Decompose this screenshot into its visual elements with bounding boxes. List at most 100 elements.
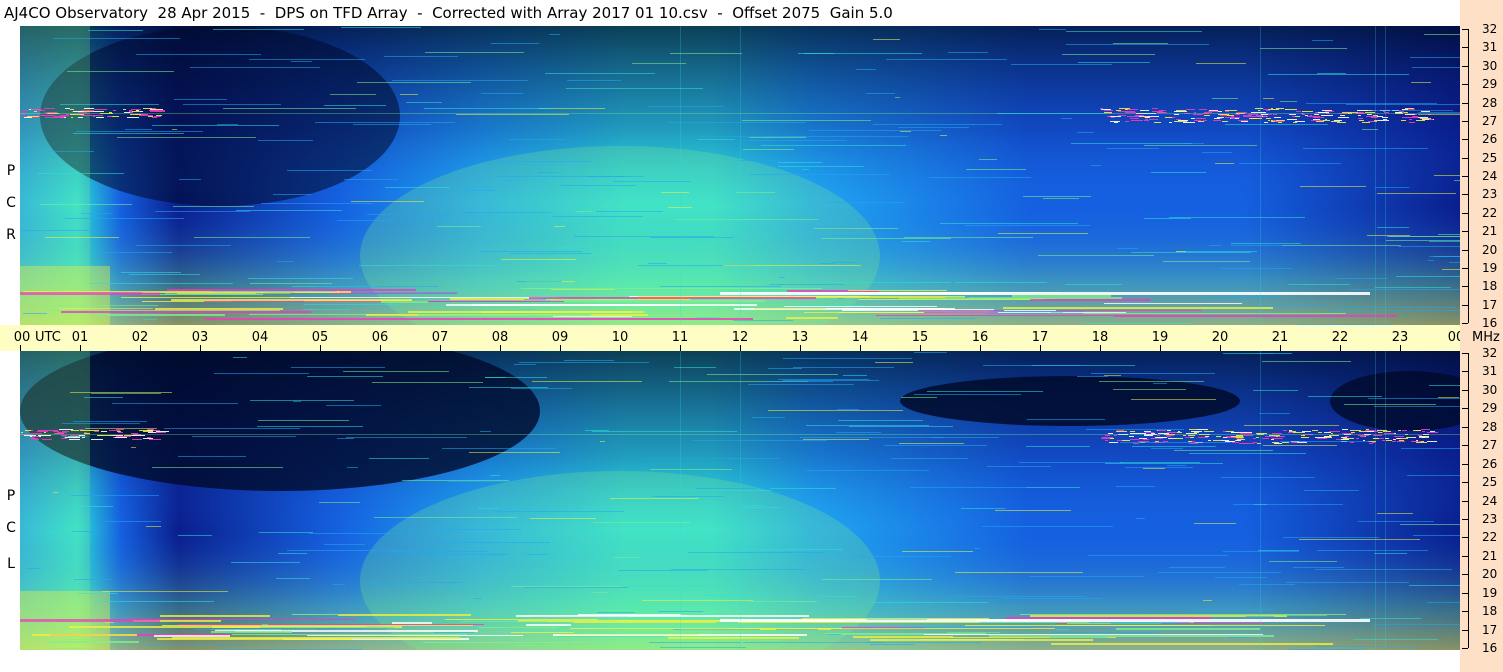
bottom-margin (20, 650, 1460, 672)
frequency-tick-label: 18 (1482, 279, 1498, 294)
frequency-tick-label: 32 (1482, 22, 1498, 36)
frequency-tick-mark (1462, 501, 1468, 502)
frequency-tick-mark (1462, 574, 1468, 575)
frequency-tick-label: 27 (1482, 438, 1498, 453)
frequency-tick-mark (1462, 176, 1468, 177)
time-tick-label: 07 (431, 330, 449, 345)
frequency-tick-label: 29 (1482, 77, 1498, 92)
frequency-tick-label: 21 (1482, 548, 1498, 563)
frequency-tick-label: 30 (1482, 58, 1498, 73)
frequency-tick-mark (1462, 250, 1468, 251)
time-tick-label: 08 (491, 330, 509, 345)
time-tick-label: 09 (551, 330, 569, 345)
frequency-tick-label: 26 (1482, 132, 1498, 147)
polarization-letter-bottom-2: C (6, 520, 16, 536)
time-tick-mark (260, 345, 261, 351)
frequency-tick-label: 25 (1482, 475, 1498, 490)
frequency-tick-mark (1462, 286, 1468, 287)
time-tick-mark (1160, 345, 1161, 351)
frequency-tick-label: 23 (1482, 187, 1498, 202)
frequency-tick-mark (1462, 213, 1468, 214)
time-tick-label: 10 (611, 330, 629, 345)
frequency-tick-label: 17 (1482, 297, 1498, 312)
polarization-letter-top-3: P (6, 163, 16, 179)
page-title: AJ4CO Observatory 28 Apr 2015 - DPS on T… (0, 0, 1460, 26)
frequency-tick-mark (1462, 121, 1468, 122)
frequency-tick-mark (1462, 537, 1468, 538)
time-tick-label: 11 (671, 330, 689, 345)
time-tick-label: 03 (191, 330, 209, 345)
frequency-tick-label: 32 (1482, 346, 1498, 360)
frequency-tick-label: 16 (1482, 316, 1498, 330)
time-tick-mark (800, 345, 801, 351)
frequency-tick-mark (1462, 66, 1468, 67)
frequency-tick-mark (1462, 139, 1468, 140)
time-tick-label: 19 (1151, 330, 1169, 345)
frequency-tick-label: 16 (1482, 641, 1498, 655)
frequency-tick-label: 24 (1482, 169, 1498, 183)
time-unit-label: UTC (35, 330, 61, 345)
time-tick-mark (680, 345, 681, 351)
time-tick-mark (20, 345, 21, 351)
time-tick-mark (440, 345, 441, 351)
frequency-tick-label: 19 (1482, 585, 1498, 600)
time-tick-label: 04 (251, 330, 269, 345)
frequency-axis-line (1468, 353, 1469, 648)
frequency-tick-label: 31 (1482, 40, 1498, 55)
polarization-letter-top-2: C (6, 195, 16, 211)
time-tick-mark (1280, 345, 1281, 351)
frequency-tick-mark (1462, 103, 1468, 104)
time-tick-label: 15 (911, 330, 929, 345)
time-tick-label: 21 (1271, 330, 1289, 345)
frequency-axis-line (1468, 29, 1469, 323)
time-tick-mark (1100, 345, 1101, 351)
frequency-tick-mark (1462, 630, 1468, 631)
time-tick-label: 20 (1211, 330, 1229, 345)
frequency-tick-mark (1462, 390, 1468, 391)
time-tick-mark (860, 345, 861, 351)
frequency-tick-label: 31 (1482, 364, 1498, 379)
frequency-tick-label: 30 (1482, 382, 1498, 397)
frequency-unit-label: MHz (1472, 330, 1500, 345)
time-tick-mark (380, 345, 381, 351)
time-axis: UTC 00 01 02 03 04 05 06 07 08 09 10 11 12 13 14 15 16 17… (0, 325, 1464, 351)
frequency-tick-mark (1462, 268, 1468, 269)
frequency-tick-mark (1462, 408, 1468, 409)
frequency-tick-mark (1462, 611, 1468, 612)
frequency-tick-label: 28 (1482, 95, 1498, 110)
frequency-tick-mark (1462, 427, 1468, 428)
time-tick-label: 00 (13, 330, 31, 345)
frequency-tick-label: 24 (1482, 493, 1498, 508)
frequency-tick-mark (1462, 464, 1468, 465)
frequency-tick-mark (1462, 556, 1468, 557)
frequency-tick-label: 18 (1482, 604, 1498, 619)
polarization-letter-bottom-3: P (6, 488, 16, 504)
frequency-tick-mark (1462, 519, 1468, 520)
time-tick-mark (200, 345, 201, 351)
time-tick-label: 18 (1091, 330, 1109, 345)
time-tick-mark (140, 345, 141, 351)
frequency-tick-label: 20 (1482, 567, 1498, 582)
time-tick-label: 23 (1391, 330, 1409, 345)
frequency-tick-label: 22 (1482, 205, 1498, 220)
frequency-tick-mark (1462, 323, 1468, 324)
frequency-tick-mark (1462, 305, 1468, 306)
time-tick-label: 14 (851, 330, 869, 345)
frequency-tick-label: 19 (1482, 260, 1498, 275)
frequency-tick-mark (1462, 47, 1468, 48)
time-tick-mark (320, 345, 321, 351)
time-tick-label: 22 (1331, 330, 1349, 345)
spectrogram-lcp (20, 351, 1460, 650)
frequency-tick-mark (1462, 482, 1468, 483)
time-tick-mark (560, 345, 561, 351)
time-tick-label: 05 (311, 330, 329, 345)
time-tick-label: 06 (371, 330, 389, 345)
frequency-tick-mark (1462, 371, 1468, 372)
time-tick-mark (920, 345, 921, 351)
time-tick-mark (620, 345, 621, 351)
frequency-tick-mark (1462, 194, 1468, 195)
polarization-letter-bottom-1: L (7, 556, 15, 572)
time-tick-mark (80, 345, 81, 351)
time-tick-mark (1040, 345, 1041, 351)
time-tick-label: 12 (731, 330, 749, 345)
